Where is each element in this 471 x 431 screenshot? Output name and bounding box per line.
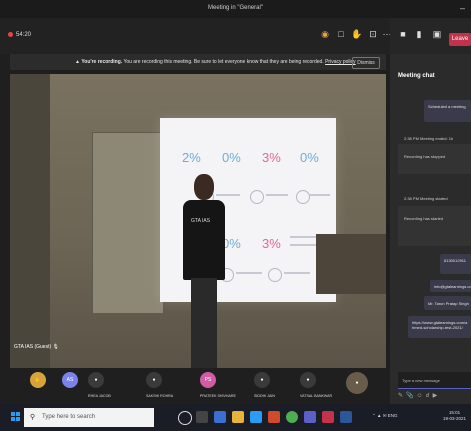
taskbar-clock[interactable]: 15:01 19-03-2021 [443,410,466,422]
language-indicator: ENG [387,413,398,418]
phone-text: 8130012911 [444,258,466,263]
edge-icon[interactable] [214,411,226,423]
avatar: ● [254,372,270,388]
chat-message: info@gtalearnings.com [430,280,471,292]
presenter-torso [183,200,225,280]
recording-dot-icon [8,32,13,37]
slide-line [290,244,318,246]
slide-line [284,272,310,274]
participant-name: PRATEEK SHIVHARE [200,394,236,398]
new-message-placeholder: Type a new message [402,378,440,383]
self-video-tile[interactable]: ● [346,372,376,402]
slide-line [266,194,288,196]
avatar: ● [300,372,316,388]
video-shadow [10,74,50,368]
cortana-icon[interactable] [178,411,192,425]
participants-icon[interactable]: ◉ [318,29,332,43]
presenter-legs [191,278,217,368]
chat-title: Meeting chat [398,73,435,79]
timer-text: 54:20 [16,32,32,39]
avatar: AS [62,372,78,388]
store-icon[interactable] [250,411,262,423]
share-screen-icon[interactable]: ▣ [430,29,444,43]
taskbar-search[interactable]: ⚲ Type here to search [24,408,154,427]
teams-icon[interactable] [304,411,316,423]
chat-system-box: Recording has started [398,206,471,246]
recording-started-text: Recording has started [404,216,444,221]
system-tray[interactable]: ⌃ ▲ ✉ ENG [372,413,398,419]
meeting-timer: 54:20 [8,32,31,38]
slide-icon [296,190,310,204]
task-view-icon[interactable] [196,411,208,423]
slide-stat: 2% [182,150,201,165]
new-message-input[interactable]: Type a new message [398,372,471,389]
participant-name: SAKSHI ROHRA [146,394,174,398]
slide-icon [268,268,282,282]
meeting-toolbar: 54:20 ◉ □ ✋ ⊡ ⋯ [0,18,392,54]
presenter: GTA IAS [175,174,231,368]
search-placeholder: Type here to search [42,414,96,420]
chat-icon[interactable]: □ [334,29,348,43]
chrome-icon[interactable] [286,411,298,423]
chat-message: Scheduled a meeting [424,100,471,122]
participant-name: SIDDHI JAIN [254,394,275,398]
link-text[interactable]: https://www.gtalearnings.com/ahmed-schol… [412,320,469,330]
app-icon[interactable] [322,411,334,423]
clock-date: 19-03-2021 [443,416,467,421]
recording-stopped-text: Recording has stopped [404,154,446,159]
slide-icon [250,190,264,204]
scheduled-text: Scheduled a meeting [428,104,466,109]
title-bar: Meeting in "General" – [0,0,471,18]
share-icon[interactable]: ⊡ [366,29,380,43]
dismiss-button[interactable]: Dismiss [352,57,380,69]
slide-line [310,194,330,196]
mic-icon[interactable]: ▮ [412,29,426,43]
minimize-button[interactable]: – [460,3,465,13]
avatar: ● [146,372,162,388]
avatar: ● [88,372,104,388]
main-video: 2% 0% 3% 0% 0% 3% GTA IAS [10,74,386,368]
chat-message: 8130012911 [440,254,471,274]
chat-panel: Meeting chat Scheduled a meeting 2:38 PM… [390,54,471,404]
name-text: Mr. Tarun Pratap Singh [428,301,469,306]
slide-stat: 0% [300,150,319,165]
banner-message: ▲ You're recording. You are recording th… [75,59,356,65]
chat-system-line: 2:38 PM Meeting started [404,196,448,201]
slide-stat: 3% [262,236,281,251]
participant-name: VATSAL BANKWAR [300,394,333,398]
app-icon[interactable] [268,411,280,423]
file-explorer-icon[interactable] [232,411,244,423]
chat-system-box: Recording has stopped [398,144,471,174]
email-text[interactable]: info@gtalearnings.com [434,284,471,289]
recording-banner: ▲ You're recording. You are recording th… [10,54,386,70]
chat-compose-icons[interactable]: ✎📎☺☌▶ [398,392,440,399]
chat-system-line: 2:38 PM Meeting ended: 1h [404,136,454,141]
speaker-label: GTA IAS (Guest) 🎙 [14,344,59,350]
presenter-head [194,174,214,200]
chat-message: https://www.gtalearnings.com/ahmed-schol… [408,316,471,338]
leave-button[interactable]: Leave [449,33,471,46]
window-title: Meeting in "General" [208,5,263,11]
avatar: PS [200,372,216,388]
search-icon: ⚲ [30,414,36,421]
video-table [316,234,386,294]
shirt-text: GTA IAS [191,218,211,224]
chat-message: Mr. Tarun Pratap Singh [424,296,471,310]
participant-name: RHEA JACOB [88,394,111,398]
slide-stat: 0% [222,150,241,165]
video-door [92,132,164,314]
windows-start-icon[interactable] [11,412,20,421]
taskbar: ⚲ Type here to search ⌃ ▲ ✉ ENG 15:01 19… [0,404,471,431]
banner-bold: You're recording. [81,59,123,65]
camera-icon[interactable]: ■ [396,29,410,43]
avatar: ✋ [30,372,46,388]
banner-text: You are recording this meeting. Be sure … [123,59,324,65]
slide-stat: 3% [262,150,281,165]
self-avatar: ● [346,372,368,394]
raise-hand-icon[interactable]: ✋ [350,29,364,43]
slide-line [236,272,262,274]
word-icon[interactable] [340,411,352,423]
